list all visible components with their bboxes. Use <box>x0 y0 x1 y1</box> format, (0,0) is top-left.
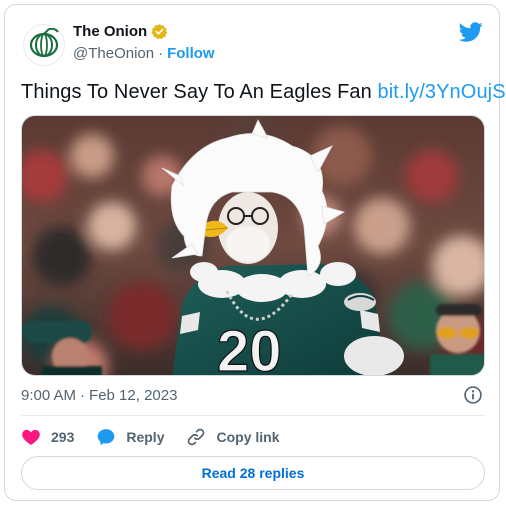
like-button[interactable]: 293 <box>21 427 74 447</box>
svg-text:20: 20 <box>217 319 282 376</box>
tweet-text: Things To Never Say To An Eagles Fan bit… <box>21 81 506 104</box>
reply-label: Reply <box>126 429 165 445</box>
tweet-date: Feb 12, 2023 <box>89 387 178 404</box>
twitter-bird-icon[interactable] <box>459 20 483 44</box>
follow-button[interactable]: Follow <box>167 45 215 62</box>
timestamp-separator: · <box>80 387 86 404</box>
reply-button[interactable]: Reply <box>96 427 164 447</box>
link-icon <box>188 428 205 446</box>
heart-icon <box>22 429 40 445</box>
read-replies-button[interactable]: Read 28 replies <box>21 456 485 490</box>
tweet-photo[interactable]: 20 <box>21 115 485 376</box>
tweet-actions: 293 Reply Copy link <box>21 425 302 449</box>
eagles-fan-photo: 20 <box>22 116 484 376</box>
handle-row: @TheOnion · Follow <box>73 45 215 62</box>
tweet-card: The Onion @TheOnion · Follow Things To N… <box>4 4 506 501</box>
avatar[interactable] <box>23 24 65 66</box>
copy-link-label: Copy link <box>216 429 280 445</box>
divider <box>21 415 485 416</box>
verified-badge-icon <box>151 23 168 40</box>
speech-bubble-icon <box>98 429 115 446</box>
copy-link-button[interactable]: Copy link <box>186 427 280 447</box>
tweet-link[interactable]: bit.ly/3YnOujS <box>378 81 506 103</box>
handle-separator: · <box>158 45 164 62</box>
tweet-timestamp[interactable]: 9:00 AM · Feb 12, 2023 <box>21 387 177 404</box>
display-name[interactable]: The Onion <box>73 23 147 40</box>
tweet-body: Things To Never Say To An Eagles Fan <box>21 81 372 103</box>
account-handle[interactable]: @TheOnion <box>73 45 154 62</box>
info-icon[interactable] <box>463 385 483 405</box>
account-name-row: The Onion <box>73 23 168 40</box>
onion-logo-icon <box>29 28 59 58</box>
tweet-time: 9:00 AM <box>21 387 77 404</box>
like-count: 293 <box>51 429 75 445</box>
